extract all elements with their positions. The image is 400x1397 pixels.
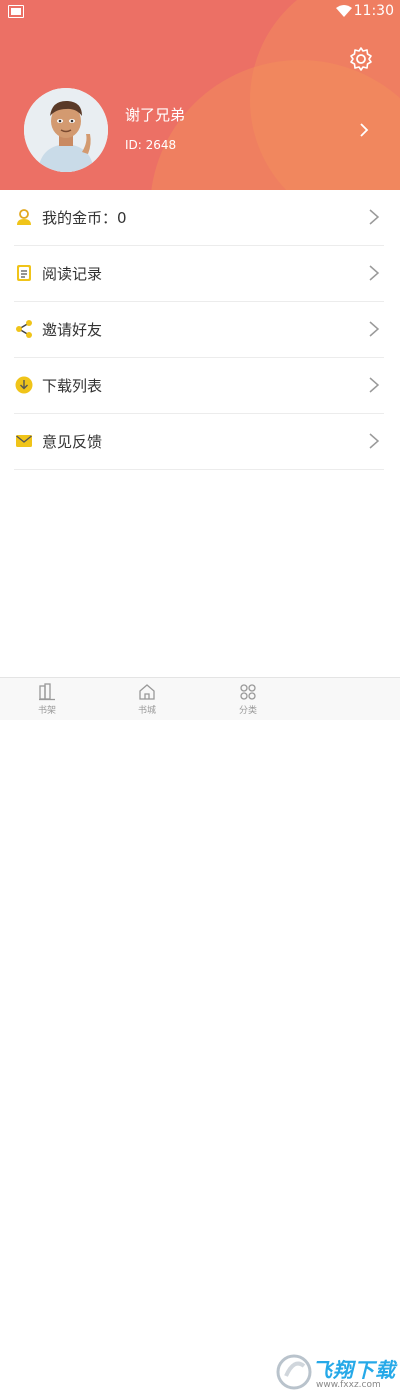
chevron-right-icon (369, 209, 380, 225)
username[interactable]: 谢了兄弟 (125, 104, 185, 125)
tab-label: 书架 (37, 706, 56, 716)
document-icon (17, 265, 31, 281)
watermark-sub: www.fxxz.com (316, 1380, 381, 1390)
status-bar: 11:30 (0, 0, 400, 24)
menu-item-label: 邀请好友 (42, 321, 103, 339)
user-icon (17, 209, 31, 225)
menu-list: 我的金币：0 阅读记录 邀请好友 下载列表 意见反馈 (0, 190, 400, 470)
watermark-emblem-icon (276, 1354, 312, 1390)
bookshelf-icon (39, 683, 55, 701)
share-icon (16, 320, 32, 338)
watermark-logo: 飞翔下载 www.fxxz.com (272, 1350, 400, 1397)
download-icon (15, 376, 33, 394)
avatar[interactable] (24, 88, 108, 172)
menu-item-label: 意见反馈 (42, 433, 103, 451)
user-id: ID: 2648 (125, 138, 177, 152)
bottom-tab-bar: 书架 书城 分类 飞翔下载 www.fxxz.com (0, 677, 400, 1390)
menu-item-label: 阅读记录 (42, 265, 103, 283)
tab-bookshelf[interactable]: 书架 (17, 681, 77, 719)
menu-item-label: 我的金币：0 (42, 209, 127, 227)
status-time: 11:30 (353, 3, 394, 19)
mail-icon (16, 435, 32, 447)
settings-gear-icon[interactable] (348, 46, 374, 72)
chevron-right-icon (369, 433, 380, 449)
grid-icon (240, 684, 256, 700)
menu-item-download-list[interactable]: 下载列表 (14, 358, 384, 414)
menu-item-label: 下载列表 (42, 377, 103, 395)
chevron-right-icon (369, 265, 380, 281)
watermark-text: 飞翔下载 (312, 1358, 396, 1382)
chevron-right-icon (369, 321, 380, 337)
chevron-right-icon[interactable] (356, 120, 372, 140)
home-icon (139, 684, 155, 700)
tab-bookstore[interactable]: 书城 (117, 681, 177, 719)
menu-item-invite-friends[interactable]: 邀请好友 (14, 302, 384, 358)
wifi-icon (336, 5, 352, 17)
tab-label: 书城 (137, 706, 156, 716)
profile-header: 11:30 谢了兄弟 ID: 2648 (0, 0, 400, 190)
chevron-right-icon (369, 377, 380, 393)
tab-category[interactable]: 分类 (218, 681, 278, 719)
menu-item-coins[interactable]: 我的金币：0 (14, 190, 384, 246)
tab-label: 分类 (238, 706, 257, 716)
menu-item-feedback[interactable]: 意见反馈 (14, 414, 384, 470)
notification-icon (8, 5, 24, 18)
menu-item-reading-history[interactable]: 阅读记录 (14, 246, 384, 302)
